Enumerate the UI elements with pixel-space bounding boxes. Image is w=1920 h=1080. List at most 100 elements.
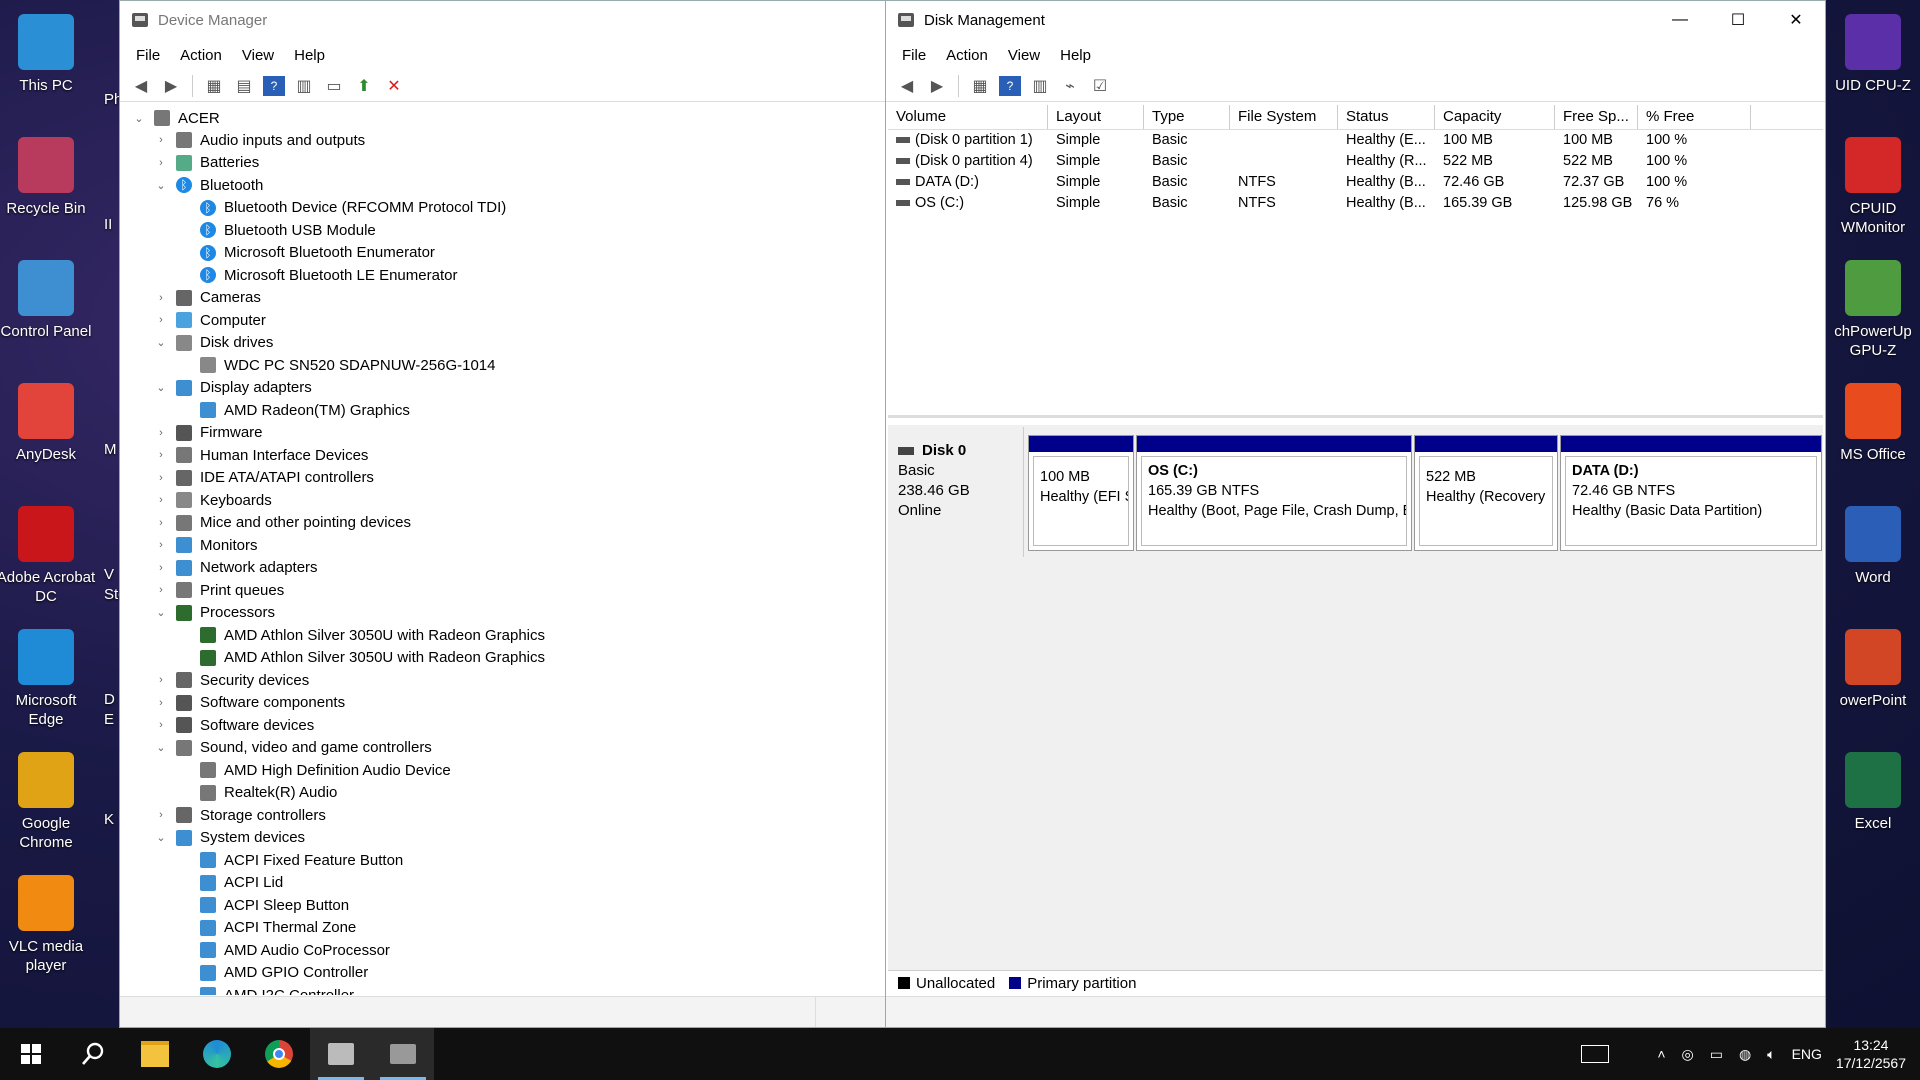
desktop-icon[interactable]: This PC xyxy=(0,14,96,95)
table-row[interactable]: DATA (D:) Simple Basic NTFS Healthy (B... 72.… xyxy=(888,172,1823,193)
tree-category[interactable]: › Security devices xyxy=(154,669,309,691)
dk-menu-file[interactable]: File xyxy=(892,47,936,64)
tree-device[interactable]: ACPI Fixed Feature Button xyxy=(200,849,403,871)
tree-category[interactable]: › Batteries xyxy=(154,152,259,174)
action-pane-icon[interactable]: ▥ xyxy=(293,76,315,96)
network-globe-icon[interactable]: ◍ xyxy=(1739,1046,1751,1063)
partition-block[interactable]: DATA (D:) 72.46 GB NTFS Healthy (Basic Dat… xyxy=(1560,435,1822,551)
device-manager-taskbar-button[interactable] xyxy=(310,1028,372,1080)
maximize-button[interactable]: ☐ xyxy=(1709,1,1767,39)
show-hide-console-tree-icon[interactable]: ▦ xyxy=(203,76,225,96)
tree-device[interactable]: Bluetooth USB Module xyxy=(200,219,376,241)
chevron-up-icon[interactable]: ˄ xyxy=(1657,1046,1665,1062)
tree-category[interactable]: › Storage controllers xyxy=(154,804,326,826)
column-header[interactable]: % Free xyxy=(1638,105,1751,129)
tree-category[interactable]: › Computer xyxy=(154,309,266,331)
tree-category[interactable]: › Network adapters xyxy=(154,557,317,579)
scan-hardware-icon[interactable]: ▭ xyxy=(323,76,345,96)
tree-category[interactable]: › Audio inputs and outputs xyxy=(154,129,365,151)
keyboard-layout-icon[interactable] xyxy=(1581,1045,1610,1063)
desktop-icon[interactable]: Word xyxy=(1827,506,1919,587)
column-header[interactable]: File System xyxy=(1230,105,1338,129)
column-header[interactable]: Capacity xyxy=(1435,105,1555,129)
desktop-icon[interactable]: MS Office xyxy=(1827,383,1919,464)
chevron-right-icon[interactable]: › xyxy=(154,314,168,326)
help-icon[interactable]: ? xyxy=(263,76,285,96)
dk-menu-help[interactable]: Help xyxy=(1050,47,1101,64)
chevron-down-icon[interactable]: ⌄ xyxy=(154,179,168,192)
disk-0-label[interactable]: Disk 0 Basic 238.46 GB Online xyxy=(888,427,1024,557)
partition-block[interactable]: OS (C:) 165.39 GB NTFS Healthy (Boot, Page… xyxy=(1136,435,1412,551)
tree-category[interactable]: › Cameras xyxy=(154,287,261,309)
chevron-right-icon[interactable]: › xyxy=(154,674,168,686)
chevron-right-icon[interactable]: › xyxy=(154,584,168,596)
minimize-button[interactable]: — xyxy=(1651,1,1709,39)
tree-device[interactable]: AMD Athlon Silver 3050U with Radeon Grap… xyxy=(200,647,545,669)
tree-category[interactable]: › Monitors xyxy=(154,534,257,556)
tree-device[interactable]: Microsoft Bluetooth LE Enumerator xyxy=(200,264,457,286)
column-header[interactable]: Type xyxy=(1144,105,1230,129)
column-header[interactable]: Status xyxy=(1338,105,1435,129)
tree-device[interactable]: ACPI Thermal Zone xyxy=(200,917,356,939)
partition-block[interactable]: 522 MB Healthy (Recovery xyxy=(1414,435,1558,551)
uninstall-device-icon[interactable]: ✕ xyxy=(383,76,405,96)
file-explorer-icon[interactable] xyxy=(124,1028,186,1080)
device-tree[interactable]: ⌄ ACER › Audio inputs and outputs › Batteri… xyxy=(122,105,883,995)
desktop-icon[interactable]: CPUID WMonitor xyxy=(1827,137,1919,237)
tree-device[interactable]: ACPI Lid xyxy=(200,872,283,894)
desktop-icon[interactable]: chPowerUp GPU-Z xyxy=(1827,260,1919,360)
desktop-icon[interactable]: Recycle Bin xyxy=(0,137,96,218)
back-icon[interactable]: ◀ xyxy=(896,76,918,96)
tree-device[interactable]: AMD High Definition Audio Device xyxy=(200,759,451,781)
tree-device[interactable]: Microsoft Bluetooth Enumerator xyxy=(200,242,435,264)
tree-device[interactable]: WDC PC SN520 SDAPNUW-256G-1014 xyxy=(200,354,495,376)
device-manager-window[interactable]: Device Manager File Action View Help ◀ ▶… xyxy=(119,0,886,1028)
tree-device[interactable]: AMD Audio CoProcessor xyxy=(200,939,390,961)
desktop-icon[interactable]: AnyDesk xyxy=(0,383,96,464)
chevron-right-icon[interactable]: › xyxy=(154,697,168,709)
table-row[interactable]: OS (C:) Simple Basic NTFS Healthy (B... 165.3… xyxy=(888,193,1823,214)
tree-device[interactable]: Realtek(R) Audio xyxy=(200,782,337,804)
chevron-down-icon[interactable]: ⌄ xyxy=(154,831,168,844)
tree-device[interactable]: AMD GPIO Controller xyxy=(200,962,368,984)
checklist-icon[interactable]: ☑ xyxy=(1089,76,1111,96)
clock[interactable]: 13:24 17/12/2567 xyxy=(1836,1036,1906,1072)
properties-icon[interactable]: ▤ xyxy=(233,76,255,96)
dk-menu-view[interactable]: View xyxy=(998,47,1050,64)
disk-management-taskbar-button[interactable] xyxy=(372,1028,434,1080)
chevron-right-icon[interactable]: › xyxy=(154,427,168,439)
tree-category[interactable]: › Human Interface Devices xyxy=(154,444,368,466)
desktop-icon[interactable]: UID CPU-Z xyxy=(1827,14,1919,95)
chevron-right-icon[interactable]: › xyxy=(154,292,168,304)
chevron-right-icon[interactable]: › xyxy=(154,539,168,551)
tree-device[interactable]: AMD Radeon(TM) Graphics xyxy=(200,399,410,421)
chevron-right-icon[interactable]: › xyxy=(154,494,168,506)
tree-category[interactable]: ⌄ Sound, video and game controllers xyxy=(154,737,431,759)
chevron-down-icon[interactable]: ⌄ xyxy=(154,741,168,754)
desktop-icon[interactable]: Adobe Acrobat DC xyxy=(0,506,96,606)
action-pane-icon[interactable]: ▥ xyxy=(1029,76,1051,96)
tree-device[interactable]: Bluetooth Device (RFCOMM Protocol TDI) xyxy=(200,197,506,219)
tree-category[interactable]: ⌄ Processors xyxy=(154,602,275,624)
volume-icon[interactable]: 🔈︎ xyxy=(1767,1046,1775,1063)
desktop-icon[interactable]: Microsoft Edge xyxy=(0,629,96,729)
tree-category[interactable]: › Software components xyxy=(154,692,345,714)
language-indicator[interactable]: ENG xyxy=(1792,1046,1822,1062)
tree-category[interactable]: › Mice and other pointing devices xyxy=(154,512,411,534)
edge-icon[interactable] xyxy=(186,1028,248,1080)
dk-menu-action[interactable]: Action xyxy=(936,47,998,64)
dm-menu-file[interactable]: File xyxy=(126,47,170,64)
desktop-icon[interactable]: VLC media player xyxy=(0,875,96,975)
tree-category[interactable]: › Firmware xyxy=(154,422,262,444)
start-icon[interactable] xyxy=(0,1028,62,1080)
volume-list[interactable]: Volume Layout Type File System Status Capacit… xyxy=(888,105,1823,418)
dm-menu-action[interactable]: Action xyxy=(170,47,232,64)
tree-device[interactable]: AMD I2C Controller xyxy=(200,984,354,995)
table-row[interactable]: (Disk 0 partition 4) Simple Basic Healthy (… xyxy=(888,151,1823,172)
chevron-right-icon[interactable]: › xyxy=(154,719,168,731)
chevron-right-icon[interactable]: › xyxy=(154,134,168,146)
chrome-icon[interactable] xyxy=(248,1028,310,1080)
battery-icon[interactable]: ▭ xyxy=(1710,1046,1723,1063)
chevron-down-icon[interactable]: ⌄ xyxy=(154,336,168,349)
close-button[interactable]: ✕ xyxy=(1767,1,1825,39)
